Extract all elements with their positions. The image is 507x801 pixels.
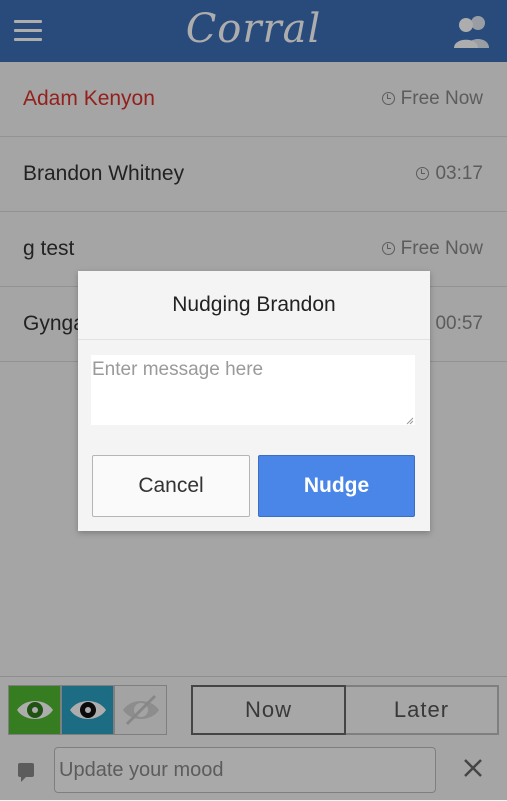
message-input[interactable]	[91, 355, 415, 425]
dialog-title: Nudging Brandon	[78, 271, 430, 340]
resize-grip-icon[interactable]	[406, 417, 414, 425]
cancel-button[interactable]: Cancel	[92, 455, 250, 517]
nudge-dialog: Nudging Brandon Cancel Nudge	[78, 271, 430, 531]
nudge-button[interactable]: Nudge	[258, 455, 415, 517]
